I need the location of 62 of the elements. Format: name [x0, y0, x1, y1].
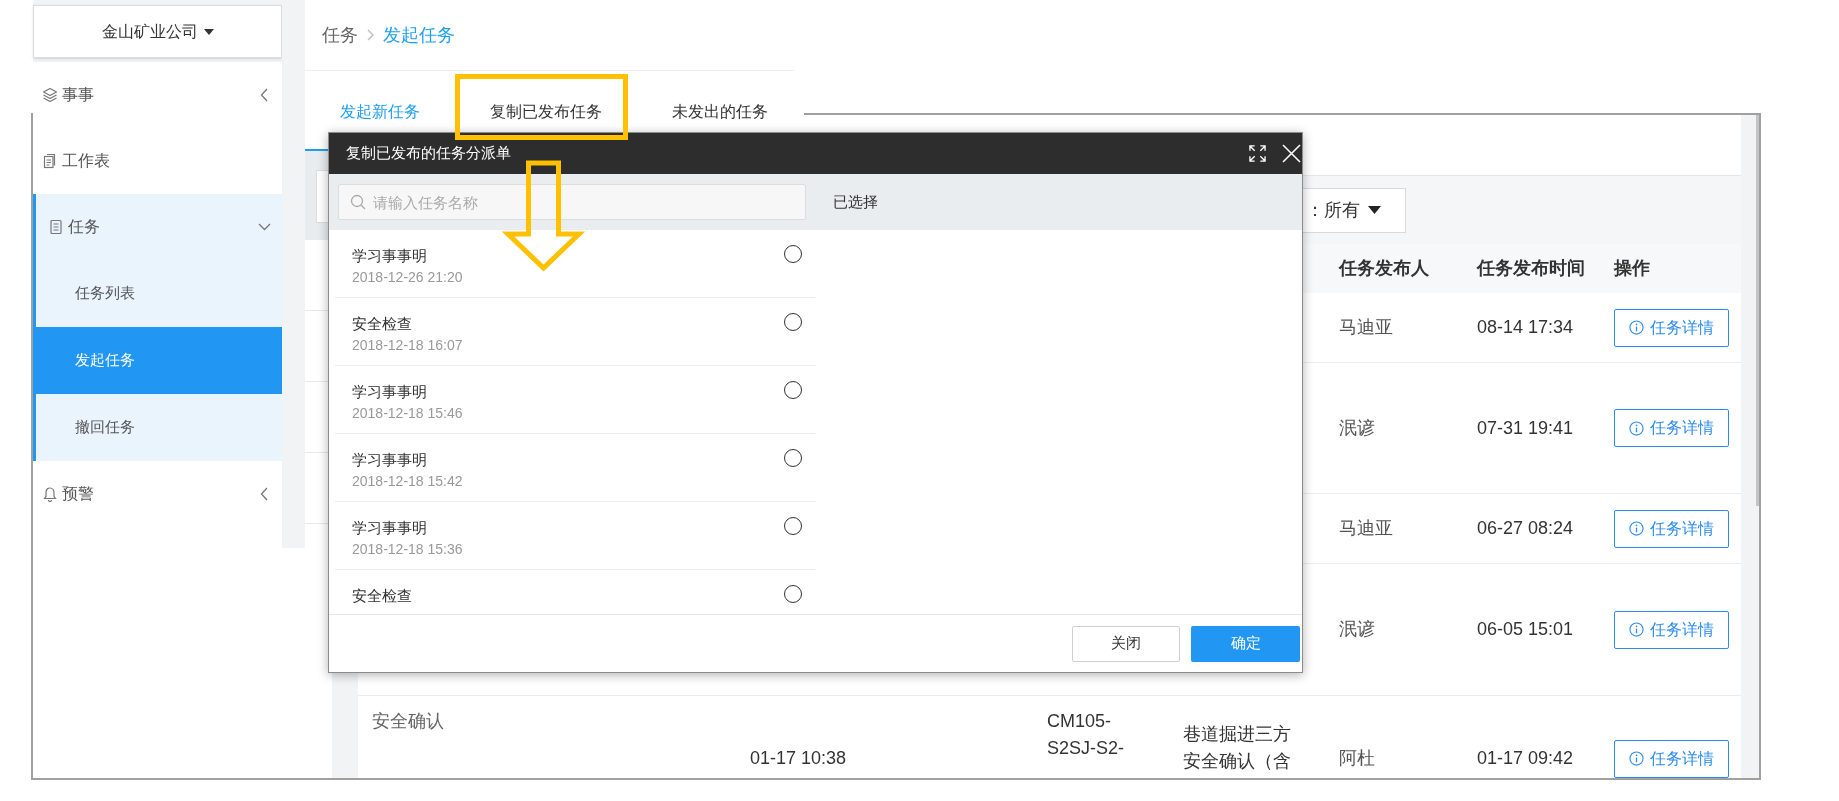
column-header: 操作 — [1614, 258, 1650, 278]
sidebar-subitem[interactable]: 撤回任务 — [36, 394, 282, 461]
item-title: 安全检查 — [352, 314, 412, 334]
column-header: 任务发布时间 — [1477, 258, 1585, 278]
sidebar-subitem[interactable]: 任务列表 — [36, 260, 282, 327]
company-dropdown[interactable]: 金山矿业公司 — [33, 5, 282, 58]
document-icon — [42, 153, 58, 169]
table-cell-text: 01-17 10:38 — [750, 747, 848, 770]
table-cell-text: 01-17 09:42 — [1477, 747, 1575, 770]
chevron-right-icon — [367, 29, 374, 41]
table-cell-text: 泯谚 — [1339, 416, 1376, 440]
list-icon — [48, 219, 64, 235]
info-icon — [1629, 751, 1644, 766]
layers-icon — [42, 87, 58, 103]
sidebar-item[interactable]: 工作表 — [33, 128, 282, 194]
table-cell-text: 06-05 15:01 — [1477, 618, 1575, 641]
expand-icon[interactable] — [1249, 145, 1266, 162]
table-cell-text: 巷道掘进三方安全确认（含 — [1183, 723, 1292, 773]
search-icon — [350, 194, 366, 210]
details-button[interactable]: 任务详情 — [1614, 308, 1729, 347]
close-icon[interactable] — [1282, 144, 1301, 163]
search-field[interactable]: 请输入任务名称 — [338, 184, 806, 220]
details-button[interactable]: 任务详情 — [1614, 610, 1729, 649]
bell-icon — [42, 486, 58, 502]
breadcrumb-current: 发起任务 — [383, 23, 455, 47]
item-date: 2018-12-18 15:36 — [352, 540, 463, 558]
sidebar-item[interactable]: 预警 — [33, 461, 282, 527]
column-header: 任务发布人 — [1339, 258, 1429, 278]
sidebar-item[interactable]: 任务 — [36, 194, 282, 260]
sidebar-item[interactable]: 事事 — [33, 62, 282, 128]
close-button[interactable]: 关闭 — [1072, 625, 1180, 662]
item-date: 2018-12-26 21:20 — [352, 268, 463, 286]
item-title: 学习事事明 — [352, 518, 427, 538]
details-button[interactable]: 任务详情 — [1614, 509, 1729, 548]
table-cell-text: 泯谚 — [1339, 618, 1376, 641]
breadcrumb-link[interactable]: 任务 — [322, 21, 358, 49]
table-cell-text: 安全确认 — [372, 710, 445, 733]
caret-down-icon — [203, 28, 214, 35]
info-icon — [1629, 521, 1644, 536]
tab[interactable]: 未发出的任务 — [637, 71, 803, 151]
info-icon — [1629, 420, 1644, 436]
table-cell-text: 马迪亚 — [1339, 517, 1394, 540]
table-cell-text: 阿杜 — [1339, 747, 1376, 770]
item-title: 学习事事明 — [352, 450, 427, 470]
caret-down-icon — [1368, 206, 1381, 214]
scrollbar-thumb[interactable] — [1756, 115, 1759, 506]
section-heading: 已选择 — [833, 191, 878, 212]
table-cell-text: 06-27 08:24 — [1477, 517, 1575, 540]
details-button[interactable]: 任务详情 — [1614, 739, 1729, 778]
item-title: 学习事事明 — [352, 382, 427, 402]
item-title: 安全检查 — [352, 586, 412, 606]
details-button[interactable]: 任务详情 — [1614, 409, 1729, 447]
table-cell-text: 马迪亚 — [1339, 316, 1394, 339]
table-cell-text: 08-14 17:34 — [1477, 316, 1575, 339]
table-cell-text: CM105-S2SJ-S2- — [1047, 710, 1126, 760]
table-cell-text: 07-31 19:41 — [1477, 416, 1575, 440]
info-icon — [1629, 622, 1644, 637]
item-date: 2018-12-18 15:46 — [352, 404, 463, 422]
info-icon — [1629, 320, 1644, 335]
item-date: 2018-12-18 15:42 — [352, 472, 463, 490]
item-title: 学习事事明 — [352, 246, 427, 266]
item-date: 2018-12-18 16:07 — [352, 336, 463, 354]
